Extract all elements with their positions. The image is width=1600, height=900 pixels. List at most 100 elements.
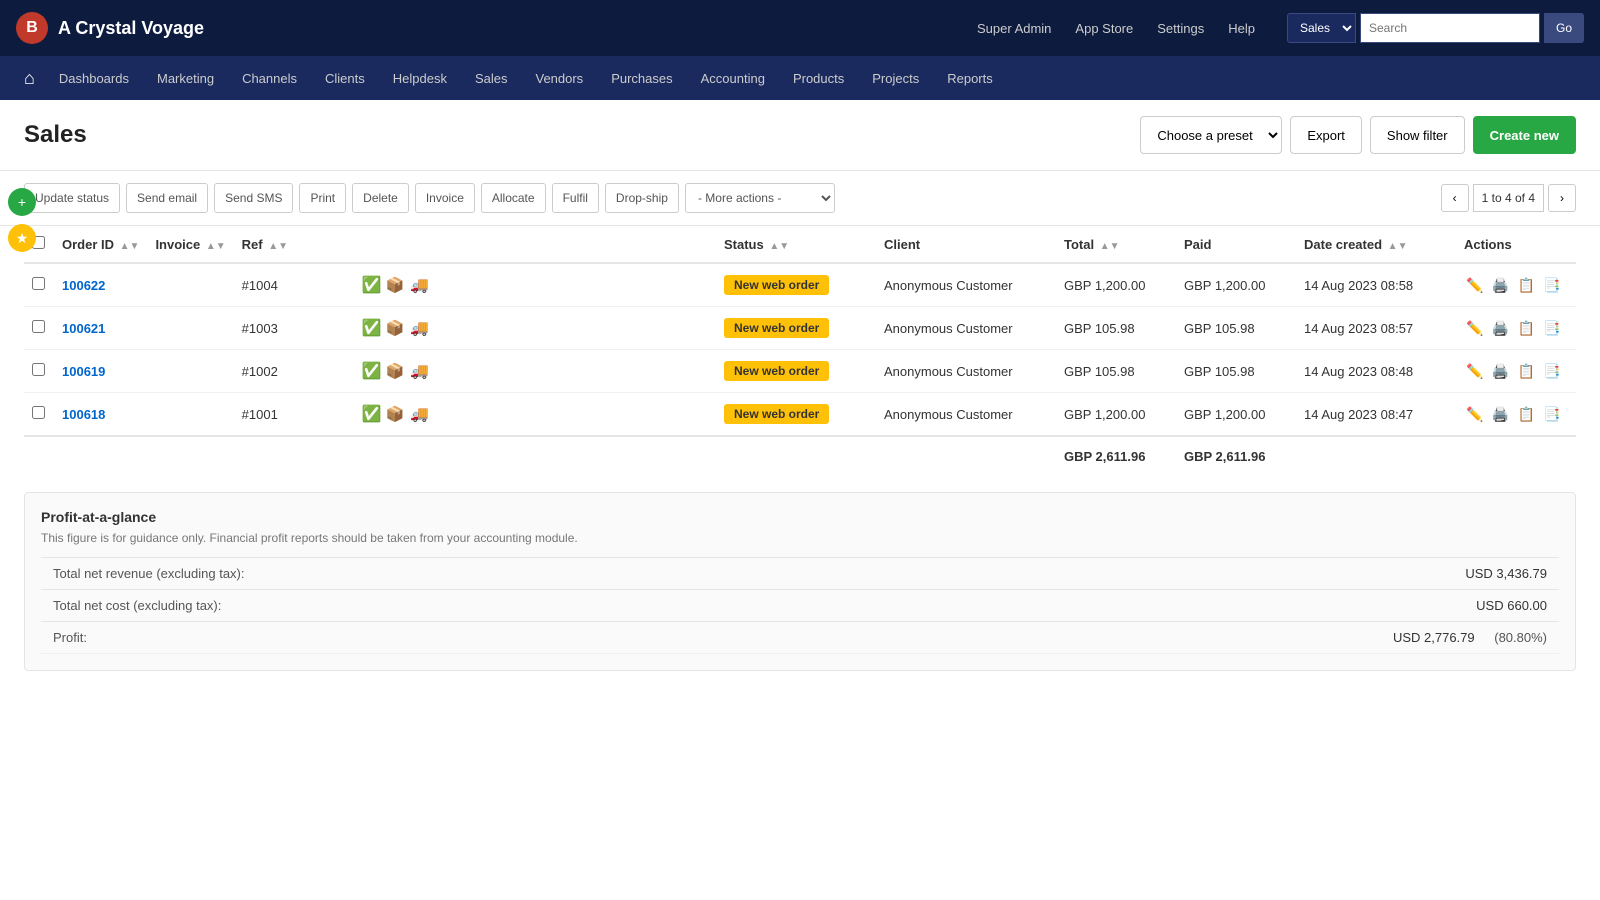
more-icon[interactable]: 📑 [1541,360,1563,382]
nav-projects[interactable]: Projects [860,56,931,100]
row-actions: ✏️ 🖨️ 📋 📑 [1456,393,1576,437]
profit-revenue-value: USD 3,436.79 [872,558,1559,590]
page-actions: Choose a preset Export Show filter Creat… [1140,116,1576,154]
row-order-id: 100619 [54,350,147,393]
help-link[interactable]: Help [1228,21,1255,36]
row-actions: ✏️ 🖨️ 📋 📑 [1456,350,1576,393]
col-header-date-created[interactable]: Date created ▲▼ [1296,226,1456,263]
home-icon[interactable]: ⌂ [16,68,43,89]
next-page-button[interactable]: › [1548,184,1576,212]
add-quick-button[interactable]: + [8,188,36,216]
row-status-icons: ✅ 📦 🚚 [354,307,716,350]
choose-preset-select[interactable]: Choose a preset [1140,116,1282,154]
row-total: GBP 105.98 [1056,307,1176,350]
row-checkbox-cell [24,307,54,350]
col-header-order-id[interactable]: Order ID ▲▼ [54,226,147,263]
search-scope-select[interactable]: Sales [1287,13,1356,43]
copy-icon[interactable]: 📋 [1515,360,1537,382]
edit-icon[interactable]: ✏️ [1464,274,1486,296]
profit-profit-value: USD 2,776.79 (80.80%) [872,622,1559,654]
truck-icon: 🚚 [410,319,429,337]
row-ref: #1001 [234,393,354,437]
col-header-invoice[interactable]: Invoice ▲▼ [147,226,233,263]
profit-panel: Profit-at-a-glance This figure is for gu… [24,492,1576,671]
send-sms-button[interactable]: Send SMS [214,183,293,213]
app-store-link[interactable]: App Store [1075,21,1133,36]
row-invoice [147,307,233,350]
col-header-total[interactable]: Total ▲▼ [1056,226,1176,263]
page-content: Sales Choose a preset Export Show filter… [0,100,1600,900]
total-sort-icon: ▲▼ [1100,241,1120,252]
show-filter-button[interactable]: Show filter [1370,116,1465,154]
row-checkbox[interactable] [32,277,45,290]
row-checkbox[interactable] [32,406,45,419]
favorites-button[interactable]: ★ [8,224,36,252]
drop-ship-button[interactable]: Drop-ship [605,183,679,213]
copy-icon[interactable]: 📋 [1515,274,1537,296]
send-email-button[interactable]: Send email [126,183,208,213]
truck-icon: 🚚 [410,405,429,423]
row-ref: #1003 [234,307,354,350]
invoice-button[interactable]: Invoice [415,183,475,213]
delete-button[interactable]: Delete [352,183,409,213]
row-actions: ✏️ 🖨️ 📋 📑 [1456,307,1576,350]
order-id-link[interactable]: 100622 [62,278,105,293]
print-icon[interactable]: 🖨️ [1490,317,1512,339]
export-button[interactable]: Export [1290,116,1362,154]
nav-marketing[interactable]: Marketing [145,56,226,100]
row-checkbox-cell [24,350,54,393]
status-badge: New web order [724,318,829,338]
super-admin-link[interactable]: Super Admin [977,21,1051,36]
more-actions-select[interactable]: - More actions - [685,183,835,213]
col-header-status[interactable]: Status ▲▼ [716,226,876,263]
row-paid: GBP 105.98 [1176,307,1296,350]
row-client: Anonymous Customer [876,393,1056,437]
totals-row: GBP 2,611.96 GBP 2,611.96 [24,436,1576,476]
fulfil-button[interactable]: Fulfil [552,183,599,213]
row-status: New web order [716,350,876,393]
nav-helpdesk[interactable]: Helpdesk [381,56,459,100]
col-header-ref[interactable]: Ref ▲▼ [234,226,354,263]
search-button[interactable]: Go [1544,13,1584,43]
edit-icon[interactable]: ✏️ [1464,360,1486,382]
top-nav: B A Crystal Voyage Super Admin App Store… [0,0,1600,56]
order-id-link[interactable]: 100621 [62,321,105,336]
order-id-link[interactable]: 100618 [62,407,105,422]
create-new-button[interactable]: Create new [1473,116,1576,154]
nav-purchases[interactable]: Purchases [599,56,684,100]
app-logo-icon: B [16,12,48,44]
profit-row-profit: Profit: USD 2,776.79 (80.80%) [41,622,1559,654]
prev-page-button[interactable]: ‹ [1441,184,1469,212]
print-icon[interactable]: 🖨️ [1490,274,1512,296]
more-icon[interactable]: 📑 [1541,317,1563,339]
copy-icon[interactable]: 📋 [1515,317,1537,339]
nav-channels[interactable]: Channels [230,56,309,100]
nav-dashboards[interactable]: Dashboards [47,56,141,100]
print-button[interactable]: Print [299,183,346,213]
edit-icon[interactable]: ✏️ [1464,317,1486,339]
more-icon[interactable]: 📑 [1541,403,1563,425]
row-checkbox[interactable] [32,363,45,376]
order-id-link[interactable]: 100619 [62,364,105,379]
nav-reports[interactable]: Reports [935,56,1005,100]
row-actions: ✏️ 🖨️ 📋 📑 [1456,263,1576,307]
row-status-icons: ✅ 📦 🚚 [354,393,716,437]
row-total: GBP 1,200.00 [1056,393,1176,437]
search-area: Sales Go [1287,13,1584,43]
paid-sum: GBP 2,611.96 [1176,436,1296,476]
more-icon[interactable]: 📑 [1541,274,1563,296]
edit-icon[interactable]: ✏️ [1464,403,1486,425]
allocate-button[interactable]: Allocate [481,183,546,213]
second-nav: ⌂ Dashboards Marketing Channels Clients … [0,56,1600,100]
nav-products[interactable]: Products [781,56,856,100]
nav-clients[interactable]: Clients [313,56,377,100]
nav-vendors[interactable]: Vendors [523,56,595,100]
copy-icon[interactable]: 📋 [1515,403,1537,425]
settings-link[interactable]: Settings [1157,21,1204,36]
nav-sales[interactable]: Sales [463,56,520,100]
search-input[interactable] [1360,13,1540,43]
nav-accounting[interactable]: Accounting [689,56,777,100]
print-icon[interactable]: 🖨️ [1490,360,1512,382]
print-icon[interactable]: 🖨️ [1490,403,1512,425]
row-checkbox[interactable] [32,320,45,333]
